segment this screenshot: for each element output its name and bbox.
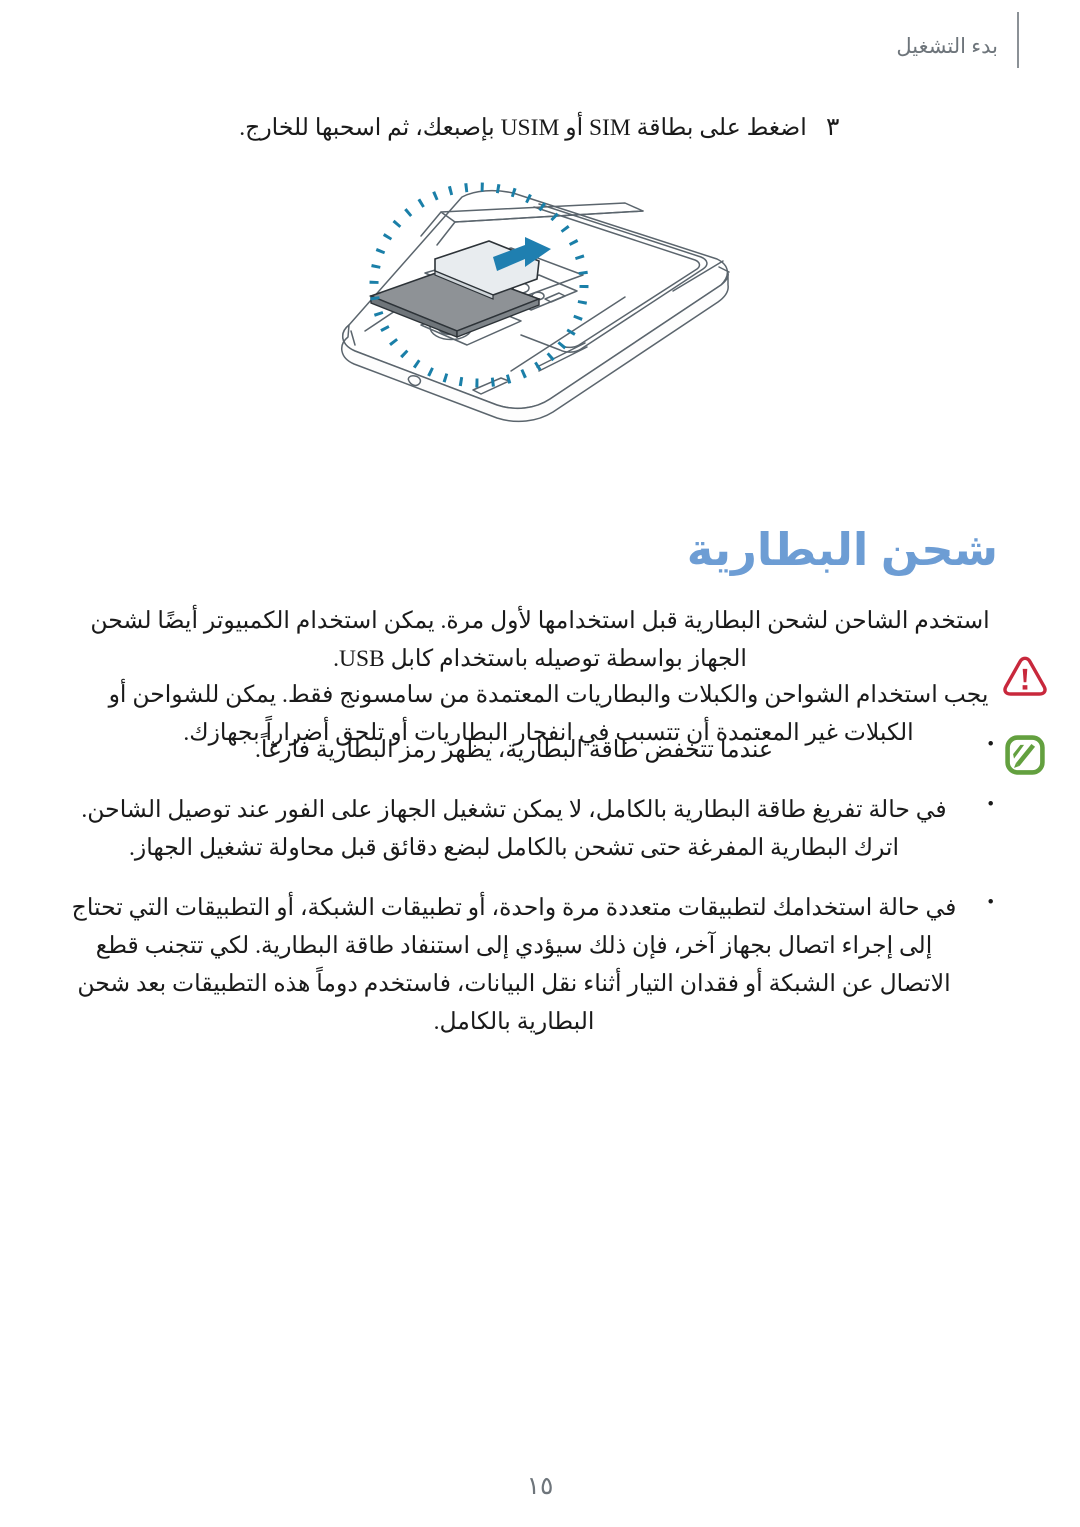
note-pencil-icon: [998, 731, 1052, 783]
note-list: عندما تتخفض طاقة البطارية، يظهر رمز البط…: [58, 730, 998, 1041]
warning-triangle-icon: [998, 652, 1052, 704]
page-header: بدء التشغيل: [0, 12, 1080, 74]
list-item: في حالة تفريغ طاقة البطارية بالكامل، لا …: [58, 790, 998, 867]
note-body: عندما تتخفض طاقة البطارية، يظهر رمز البط…: [58, 730, 998, 1041]
header-chapter-title: بدء التشغيل: [896, 34, 998, 58]
step-number: ٣: [826, 114, 840, 141]
step-item: ٣ اضغط على بطاقة SIM أو USIM بإصبعك، ثم …: [0, 112, 1080, 142]
section-heading: شحن البطارية: [686, 524, 998, 576]
note-callout: عندما تتخفض طاقة البطارية، يظهر رمز البط…: [58, 730, 1052, 1041]
list-item: عندما تتخفض طاقة البطارية، يظهر رمز البط…: [58, 730, 998, 769]
header-divider: [1017, 12, 1019, 68]
page-number: ١٥: [526, 1473, 554, 1500]
manual-page: { "header": { "title": "بدء التشغيل" }, …: [0, 0, 1080, 1527]
phone-back-sim-slot-illustration: [325, 175, 755, 435]
list-item: في حالة استخدامك لتطبيقات متعددة مرة واح…: [58, 888, 998, 1041]
step-instruction: اضغط على بطاقة SIM أو USIM بإصبعك، ثم اس…: [239, 115, 807, 141]
